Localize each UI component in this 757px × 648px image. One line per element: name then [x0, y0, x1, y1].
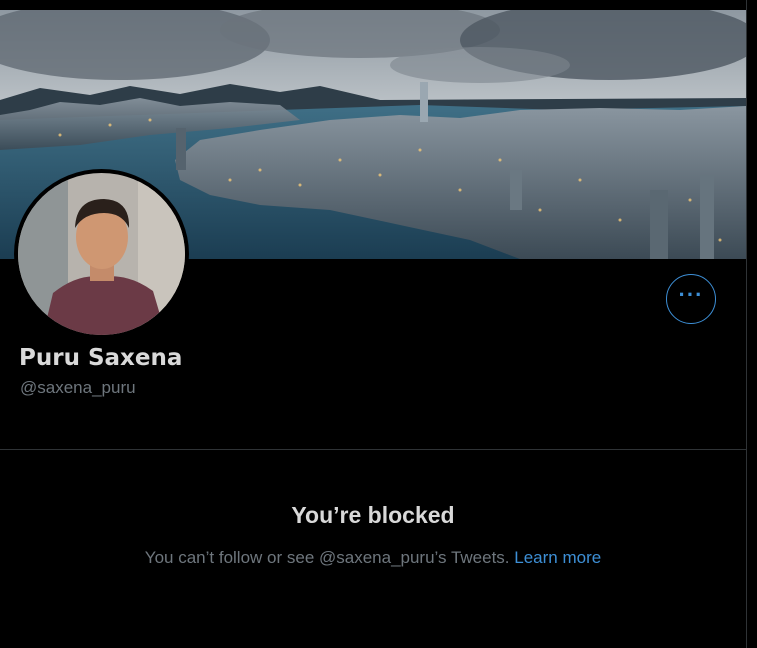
profile-page: ··· Puru Saxena @saxena_puru You’re bloc… [0, 0, 757, 648]
blocked-heading: You’re blocked [291, 502, 455, 528]
profile-avatar[interactable] [14, 169, 189, 339]
scrollbar-track[interactable] [746, 0, 757, 648]
section-divider [0, 449, 746, 450]
profile-handle: @saxena_puru [20, 378, 136, 397]
profile-display-name: Puru Saxena [19, 345, 183, 371]
avatar-photo [18, 173, 185, 335]
more-options-button[interactable]: ··· [666, 274, 716, 324]
more-horizontal-icon: ··· [678, 282, 704, 307]
blocked-message: You can’t follow or see @saxena_puru’s T… [0, 548, 746, 568]
blocked-message-text: You can’t follow or see @saxena_puru’s T… [144, 548, 510, 567]
top-edge [0, 0, 757, 10]
learn-more-link[interactable]: Learn more [514, 548, 601, 567]
